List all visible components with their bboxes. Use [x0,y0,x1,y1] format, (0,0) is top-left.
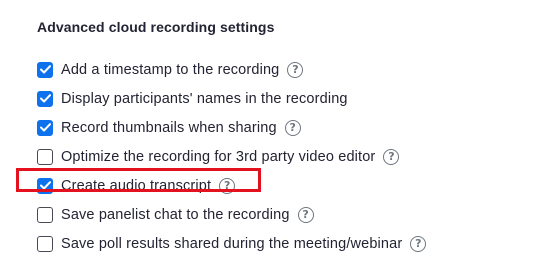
option-save-poll-results: Save poll results shared during the meet… [37,229,427,258]
option-label: Add a timestamp to the recording [61,61,280,78]
checkbox-save-poll-results[interactable] [37,235,53,252]
help-icon[interactable]: ? [219,177,236,194]
option-record-thumbnails: Record thumbnails when sharing ? [37,113,426,142]
checkmark-icon [39,123,51,132]
help-icon[interactable]: ? [284,119,301,136]
option-optimize-3rd-party-editor: Optimize the recording for 3rd party vid… [37,142,426,171]
option-label: Save poll results shared during the meet… [61,235,403,252]
checkbox-save-panelist-chat[interactable] [37,206,53,223]
option-add-timestamp: Add a timestamp to the recording ? [37,55,426,84]
help-icon[interactable]: ? [383,148,400,165]
option-label: Record thumbnails when sharing [61,119,277,136]
checkbox-record-thumbnails[interactable] [37,119,53,136]
checkmark-icon [39,94,51,103]
option-label: Optimize the recording for 3rd party vid… [61,148,376,165]
option-save-panelist-chat: Save panelist chat to the recording ? [37,200,426,229]
option-label: Save panelist chat to the recording [61,206,290,223]
checkbox-create-audio-transcript[interactable] [37,177,53,194]
help-icon[interactable]: ? [410,235,427,252]
option-create-audio-transcript: Create audio transcript ? [37,171,426,200]
option-label: Display participants' names in the recor… [61,90,348,107]
checkbox-add-timestamp[interactable] [37,61,53,78]
help-icon[interactable]: ? [297,206,314,223]
recording-options-list: Add a timestamp to the recording ? Displ… [37,55,427,258]
checkbox-display-participant-names[interactable] [37,90,53,107]
checkmark-icon [39,65,51,74]
checkbox-optimize-3rd-party-editor[interactable] [37,148,53,165]
option-label: Create audio transcript [61,177,212,194]
help-icon[interactable]: ? [287,61,304,78]
checkmark-icon [39,181,51,190]
option-display-participant-names: Display participants' names in the recor… [37,84,426,113]
section-title: Advanced cloud recording settings [37,19,275,35]
